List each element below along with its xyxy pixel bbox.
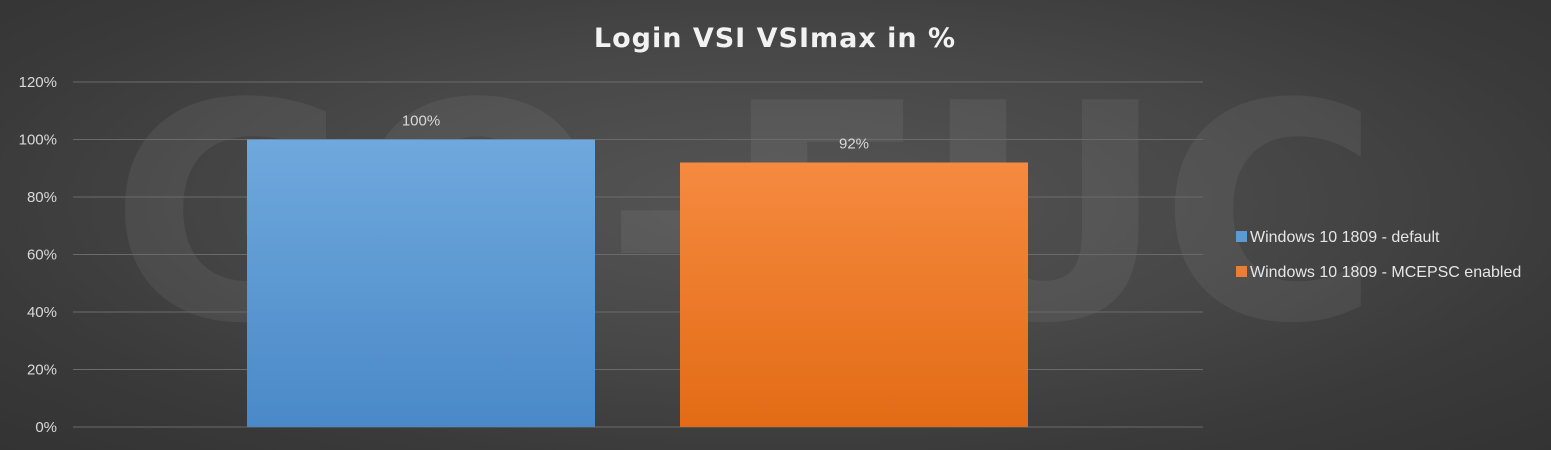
y-axis-ticks: 0% 20% 40% 60% 80% 100% 120% [19,74,57,436]
legend-swatch [1236,266,1247,277]
data-label: 92% [839,136,869,153]
y-tick-label: 40% [27,304,57,321]
legend-label: Windows 10 1809 - default [1250,229,1440,246]
chart: GO-EUC 0%20%40%60%80%100%120% 100%92% Lo… [19,23,1522,436]
y-tick-label: 20% [27,362,57,379]
bar [680,162,1028,427]
bar [247,139,595,427]
y-tick-label: 120% [19,74,57,91]
legend-label: Windows 10 1809 - MCEPSC enabled [1250,264,1521,281]
y-tick-label: 60% [27,247,57,264]
legend-swatch [1236,231,1247,242]
data-label: 100% [402,113,440,130]
y-tick-label: 100% [19,132,57,149]
y-tick-label: 0% [35,419,57,436]
chart-title: Login VSI VSImax in % [594,23,956,54]
y-tick-label: 80% [27,189,57,206]
